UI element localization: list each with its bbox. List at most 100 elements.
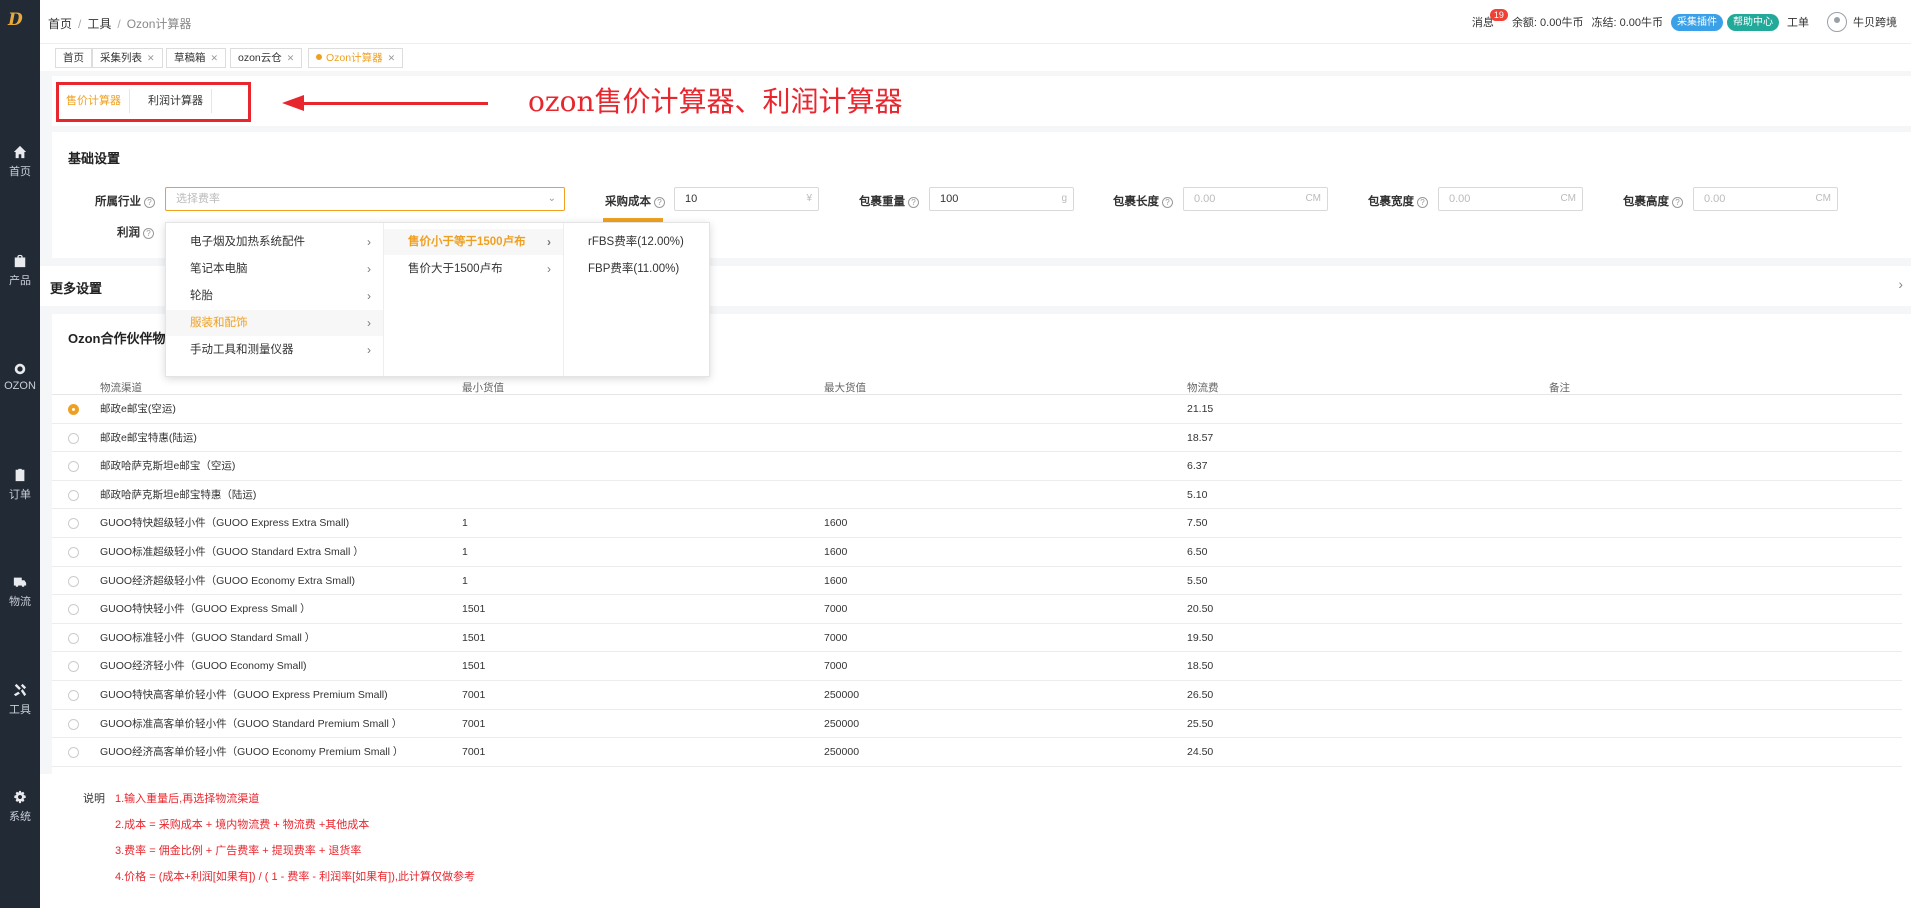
channel-radio[interactable] [68,489,79,501]
table-row[interactable]: GUOO特快高客单价轻小件（GUOO Express Premium Small… [52,681,1902,710]
channel-radio[interactable] [68,718,79,730]
help-icon[interactable]: ? [908,197,919,208]
basic-settings-title: 基础设置 [68,151,121,166]
breadcrumb-home[interactable]: 首页 [48,17,72,31]
channel-name-cell: GUOO特快轻小件（GUOO Express Small ） [100,603,311,616]
chevron-right-icon: › [367,235,371,249]
help-icon[interactable]: ? [1672,197,1683,208]
table-row[interactable]: GUOO经济轻小件（GUOO Economy Small) 1501 7000 18.… [52,652,1902,681]
sidebar-item-logistics[interactable]: 物流 [0,575,40,609]
cascader-option[interactable]: 轮胎 › [166,283,383,309]
plugin-button[interactable]: 采集插件 [1671,13,1723,31]
channel-radio[interactable] [68,747,79,759]
table-row[interactable]: GUOO经济超级轻小件（GUOO Economy Extra Small) 1 16… [52,567,1902,596]
channel-radio[interactable] [68,690,79,701]
cascader-option[interactable]: 售价大于1500卢布 › [384,256,563,282]
channel-radio[interactable] [68,604,79,616]
close-icon[interactable]: ✕ [211,53,219,63]
max-value-cell: 7000 [824,603,848,616]
channel-name-cell: 邮政e邮宝特惠(陆运) [100,431,197,444]
max-value-cell: 7000 [824,660,848,673]
arrow-line [300,102,488,105]
table-row[interactable]: GUOO特快轻小件（GUOO Express Small ） 1501 7000 20… [52,595,1902,624]
help-icon[interactable]: ? [1162,197,1173,208]
close-icon[interactable]: ✕ [287,53,295,63]
fee-cell: 26.50 [1187,689,1214,701]
fee-cell: 19.50 [1187,631,1214,644]
width-input[interactable]: 0.00 CM [1438,187,1583,211]
table-row[interactable]: GUOO标准超级轻小件（GUOO Standard Extra Small ） 1… [52,538,1902,567]
cascader-option[interactable]: rFBS费率(12.00%) [564,229,709,255]
avatar[interactable] [1827,12,1847,32]
table-row[interactable]: 邮政e邮宝特惠(陆运) 18.57 [52,424,1902,453]
table-row[interactable]: GUOO标准高客单价轻小件（GUOO Standard Premium Smal… [52,710,1902,739]
channel-radio[interactable] [68,432,79,444]
table-row[interactable]: GUOO经济高客单价轻小件（GUOO Economy Premium Small… [52,738,1902,767]
channel-radio[interactable] [68,632,79,644]
close-icon[interactable]: ✕ [388,53,396,63]
column-header-channel: 物流渠道 [100,382,142,394]
height-input[interactable]: 0.00 CM [1693,187,1838,211]
more-settings-title: 更多设置 [50,281,103,296]
ticket-link[interactable]: 工单 [1787,14,1809,30]
username[interactable]: 牛贝跨境 [1853,14,1897,30]
table-row[interactable]: GUOO标准轻小件（GUOO Standard Small ） 1501 7000 1… [52,624,1902,653]
weight-input[interactable]: 100 g [929,187,1074,211]
cascader-option[interactable]: 售价小于等于1500卢布 › [384,229,563,255]
column-header-max: 最大货值 [824,382,866,394]
help-icon[interactable]: ? [1417,197,1428,208]
fee-cell: 21.15 [1187,403,1214,415]
sidebar-item-system[interactable]: 系统 [0,790,40,824]
channel-radio[interactable] [68,547,79,558]
min-value-cell: 7001 [462,717,486,730]
notes-card [40,774,1911,908]
table-row[interactable]: 邮政e邮宝(空运) 21.15 [52,395,1902,424]
sidebar-item-products[interactable]: 产品 [0,254,40,288]
sidebar-item-ozon[interactable]: OZON [0,362,40,392]
cascader-option[interactable]: 服装和配饰 › [166,310,383,336]
help-icon[interactable]: ? [143,228,154,239]
help-icon[interactable]: ? [654,197,665,208]
breadcrumb: 首页 / 工具 / Ozon计算器 [48,17,192,31]
page-tab-ozon-calculator[interactable]: Ozon计算器 ✕ [308,48,404,68]
table-row[interactable]: GUOO特快超级轻小件（GUOO Express Extra Small) 1 16… [52,509,1902,538]
sidebar-item-home[interactable]: 首页 [0,145,40,179]
cascader-option[interactable]: 手动工具和测量仪器 › [166,337,383,363]
channel-radio[interactable] [68,661,79,673]
help-icon[interactable]: ? [144,197,155,208]
cascader-col-rate: rFBS费率(12.00%) FBP费率(11.00%) [564,223,709,376]
channel-radio[interactable] [68,518,79,530]
cascader-option[interactable]: 电子烟及加热系统配件 › [166,229,383,255]
channel-radio[interactable] [68,461,79,473]
channel-radio[interactable] [68,404,79,415]
min-value-cell: 7001 [462,689,486,701]
table-row[interactable]: 邮政哈萨克斯坦e邮宝（空运) 6.37 [52,452,1902,481]
help-center-button[interactable]: 帮助中心 [1727,13,1779,31]
min-value-cell: 1 [462,546,468,558]
chevron-right-icon: › [367,262,371,276]
annotation-text: ozon售价计算器、利润计算器 [528,85,903,118]
sidebar-item-tools[interactable]: 工具 [0,683,40,717]
industry-label: 所属行业? [95,193,155,209]
min-value-cell: 1501 [462,631,486,644]
length-input[interactable]: 0.00 CM [1183,187,1328,211]
sidebar-item-label: 产品 [9,275,31,287]
breadcrumb-tools[interactable]: 工具 [87,17,111,31]
page-tab-collect-list[interactable]: 采集列表 ✕ [92,48,163,68]
top-right-bar: 消息 19 余额: 0.00牛币 冻结: 0.00牛币 采集插件 帮助中心 工单… [1464,9,1897,32]
cascader-option[interactable]: FBP费率(11.00%) [564,256,709,282]
page-tab-drafts[interactable]: 草稿箱 ✕ [166,48,227,68]
page-tab-ozon-warehouse[interactable]: ozon云仓 ✕ [230,48,303,68]
industry-select[interactable]: 选择费率 ⌄ [165,187,565,211]
logo[interactable]: D [8,10,34,30]
purchase-cost-input[interactable]: 10 ¥ [674,187,819,211]
max-value-cell: 1600 [824,517,848,530]
profit-label: 利润? [117,224,154,240]
breadcrumb-current: Ozon计算器 [126,17,192,31]
channel-radio[interactable] [68,575,79,587]
table-row[interactable]: 邮政哈萨克斯坦e邮宝特惠（陆运) 5.10 [52,481,1902,510]
page-tab-home[interactable]: 首页 [55,48,92,68]
cascader-option[interactable]: 笔记本电脑 › [166,256,383,282]
close-icon[interactable]: ✕ [147,53,155,63]
sidebar-item-orders[interactable]: 订单 [0,468,40,502]
